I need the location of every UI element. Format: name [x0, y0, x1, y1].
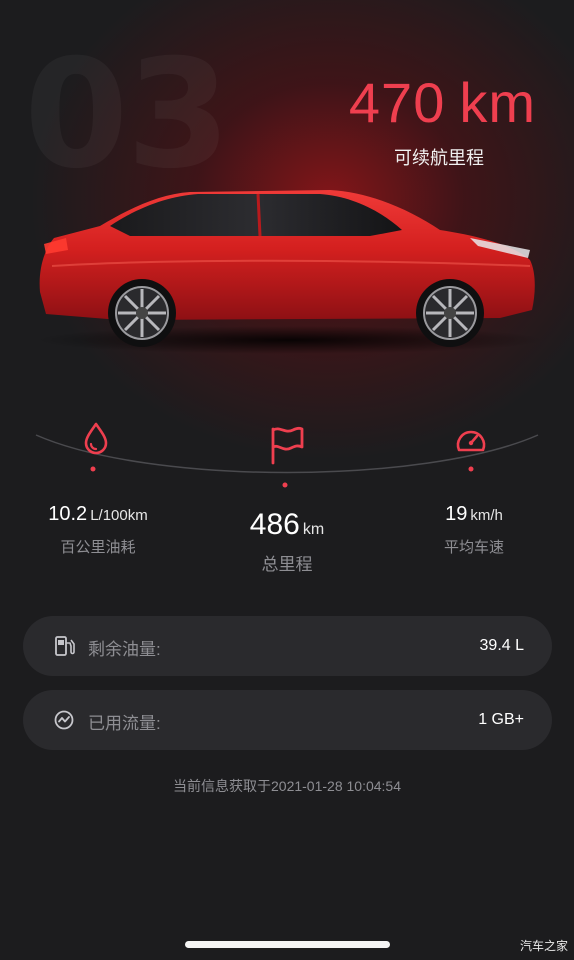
- home-indicator[interactable]: [185, 941, 390, 948]
- model-watermark: 03: [24, 40, 231, 190]
- average-speed-label: 平均车速: [443, 539, 504, 556]
- fuel-consumption-value: 10.2: [48, 503, 88, 525]
- site-watermark: 汽车之家: [519, 939, 568, 953]
- total-mileage-label: 总里程: [261, 555, 313, 574]
- data-used-label: 已用流量:: [88, 714, 161, 733]
- fuel-drop-icon: [84, 422, 108, 455]
- fuel-pump-icon: [55, 636, 75, 656]
- fuel-consumption-label: 百公里油耗: [60, 539, 136, 556]
- range-number: 470: [348, 71, 446, 134]
- flag-icon: [271, 426, 304, 465]
- remaining-fuel-card: 剩余油量: 39.4 L: [23, 616, 552, 676]
- car-image: [35, 190, 545, 354]
- range-value: 470 km: [349, 70, 536, 135]
- average-speed-unit: km/h: [470, 507, 503, 524]
- stat-total-mileage: 486 km 总里程: [222, 508, 352, 575]
- remaining-fuel-value: 39.4 L: [479, 637, 524, 654]
- vehicle-status-screen: 03 470km 可续航里程: [0, 0, 574, 960]
- total-mileage-value: 486: [249, 508, 300, 541]
- remaining-fuel-label: 剩余油量:: [88, 640, 161, 659]
- total-mileage-unit: km: [302, 521, 325, 538]
- average-speed-value: 19: [445, 503, 468, 525]
- fuel-consumption-unit: L/100km: [90, 507, 148, 524]
- speedometer-icon: [456, 430, 486, 452]
- range-label: 可续航里程: [394, 148, 484, 168]
- data-traffic-icon: [54, 710, 74, 730]
- range-unit: km: [459, 71, 536, 134]
- data-used-value: 1 GB+: [478, 711, 524, 728]
- data-used-card: 已用流量: 1 GB+: [23, 690, 552, 750]
- stat-average-speed: 19 km/h 平均车速: [424, 503, 524, 557]
- stat-fuel-consumption: 10.2 L/100km 百公里油耗: [40, 503, 156, 557]
- updated-timestamp: 当前信息获取于2021-01-28 10:04:54: [173, 778, 401, 794]
